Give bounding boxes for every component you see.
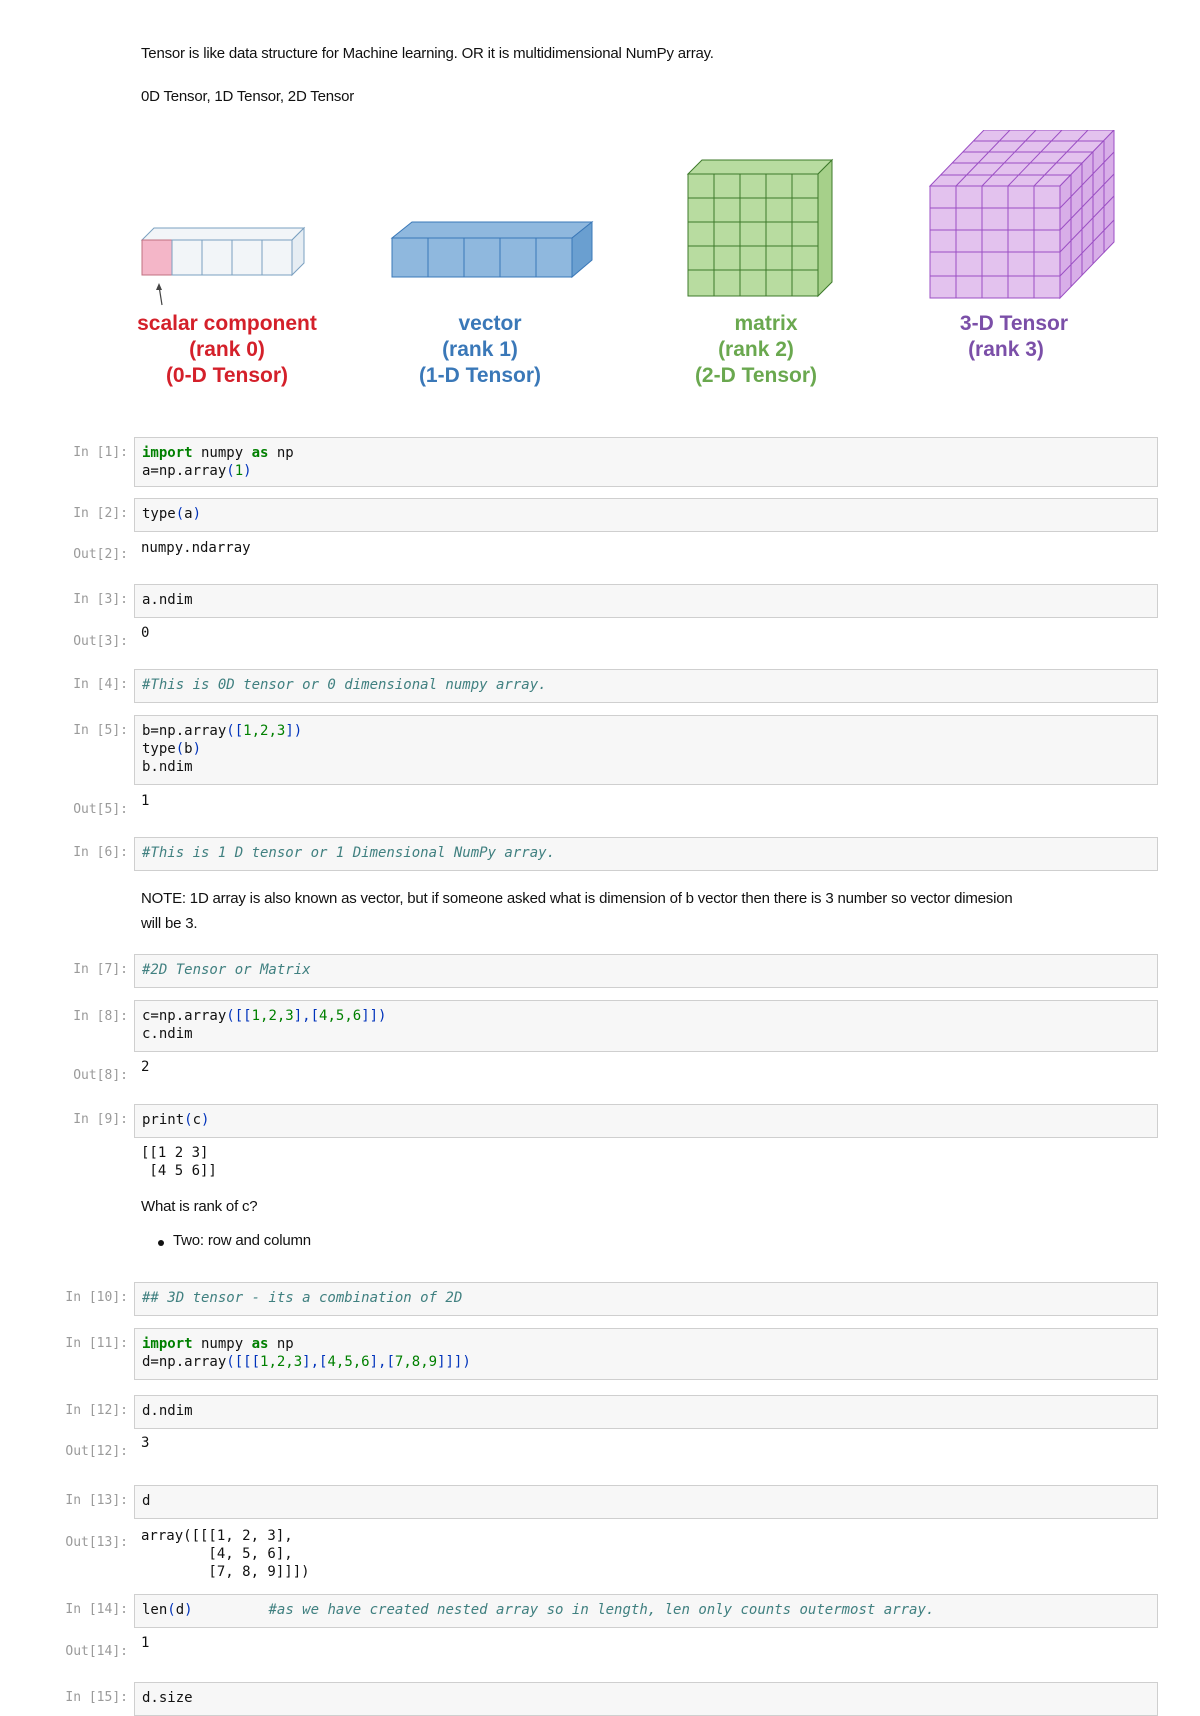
out-prompt-5: Out[5]: <box>73 802 128 817</box>
rank-question: What is rank of c? <box>141 1198 258 1215</box>
code-cell-10[interactable]: ## 3D tensor - its a combination of 2D <box>134 1282 1158 1316</box>
output-3: 0 <box>141 625 150 641</box>
in-prompt-8: In [8]: <box>73 1009 128 1024</box>
matrix-label: matrix <box>734 312 797 335</box>
notebook-page: Tensor is like data structure for Machin… <box>0 0 1200 1716</box>
in-prompt-6: In [6]: <box>73 845 128 860</box>
output-14: 1 <box>141 1635 150 1651</box>
vector-rank-label: (rank 1) <box>442 338 518 361</box>
matrix-illustration <box>686 158 834 298</box>
in-prompt-11: In [11]: <box>65 1336 128 1351</box>
code-cell-3[interactable]: a.ndim <box>134 584 1158 618</box>
bullet-dot <box>158 1240 164 1246</box>
in-prompt-10: In [10]: <box>65 1290 128 1305</box>
intro-text: Tensor is like data structure for Machin… <box>141 45 714 62</box>
vector-label: vector <box>458 312 521 335</box>
scalar-dim-label: (0-D Tensor) <box>166 364 288 387</box>
vector-dim-label: (1-D Tensor) <box>419 364 541 387</box>
in-prompt-2: In [2]: <box>73 506 128 521</box>
code-cell-11[interactable]: import numpy as np d=np.array([[[1,2,3],… <box>134 1328 1158 1380</box>
tensor-label: 3-D Tensor <box>960 312 1068 335</box>
in-prompt-13: In [13]: <box>65 1493 128 1508</box>
in-prompt-3: In [3]: <box>73 592 128 607</box>
tensor3d-illustration <box>928 130 1115 300</box>
in-prompt-5: In [5]: <box>73 723 128 738</box>
out-prompt-12: Out[12]: <box>65 1444 128 1459</box>
scalar-illustration <box>140 226 306 306</box>
in-prompt-9: In [9]: <box>73 1112 128 1127</box>
code-cell-2[interactable]: type(a) <box>134 498 1158 532</box>
note-text-1: NOTE: 1D array is also known as vector, … <box>141 890 1013 907</box>
output-13: array([[[1, 2, 3], [4, 5, 6], [7, 8, 9]]… <box>141 1528 310 1580</box>
matrix-rank-label: (rank 2) <box>718 338 794 361</box>
code-cell-12[interactable]: d.ndim <box>134 1395 1158 1429</box>
vector-illustration <box>390 220 594 279</box>
rank-answer: Two: row and column <box>173 1232 311 1249</box>
code-cell-9[interactable]: print(c) <box>134 1104 1158 1138</box>
note-text-2: will be 3. <box>141 915 198 932</box>
code-cell-7[interactable]: #2D Tensor or Matrix <box>134 954 1158 988</box>
scalar-rank-label: (rank 0) <box>189 338 265 361</box>
in-prompt-14: In [14]: <box>65 1602 128 1617</box>
out-prompt-13: Out[13]: <box>65 1535 128 1550</box>
code-cell-6[interactable]: #This is 1 D tensor or 1 Dimensional Num… <box>134 837 1158 871</box>
output-9: [[1 2 3] [4 5 6]] <box>141 1145 217 1179</box>
scalar-label: scalar component <box>137 312 317 335</box>
code-cell-4[interactable]: #This is 0D tensor or 0 dimensional nump… <box>134 669 1158 703</box>
matrix-dim-label: (2-D Tensor) <box>695 364 817 387</box>
out-prompt-14: Out[14]: <box>65 1644 128 1659</box>
in-prompt-7: In [7]: <box>73 962 128 977</box>
in-prompt-4: In [4]: <box>73 677 128 692</box>
intro-subtitle: 0D Tensor, 1D Tensor, 2D Tensor <box>141 88 355 105</box>
out-prompt-2: Out[2]: <box>73 547 128 562</box>
code-cell-8[interactable]: c=np.array([[1,2,3],[4,5,6]]) c.ndim <box>134 1000 1158 1052</box>
output-8: 2 <box>141 1059 150 1075</box>
in-prompt-12: In [12]: <box>65 1403 128 1418</box>
output-12: 3 <box>141 1435 150 1451</box>
tensor-ranks-figure: scalar component (rank 0) (0-D Tensor) v… <box>137 130 1115 387</box>
output-5: 1 <box>141 793 150 809</box>
tensor-rank-label: (rank 3) <box>968 338 1044 361</box>
out-prompt-8: Out[8]: <box>73 1068 128 1083</box>
code-cell-15[interactable]: d.size <box>134 1682 1158 1716</box>
code-cell-5[interactable]: b=np.array([1,2,3]) type(b) b.ndim <box>134 715 1158 785</box>
code-cell-13[interactable]: d <box>134 1485 1158 1519</box>
in-prompt-1: In [1]: <box>73 445 128 460</box>
code-cell-1[interactable]: import numpy as np a=np.array(1) <box>134 437 1158 487</box>
output-2: numpy.ndarray <box>141 540 251 556</box>
out-prompt-3: Out[3]: <box>73 634 128 649</box>
code-cell-14[interactable]: len(d) #as we have created nested array … <box>134 1594 1158 1628</box>
